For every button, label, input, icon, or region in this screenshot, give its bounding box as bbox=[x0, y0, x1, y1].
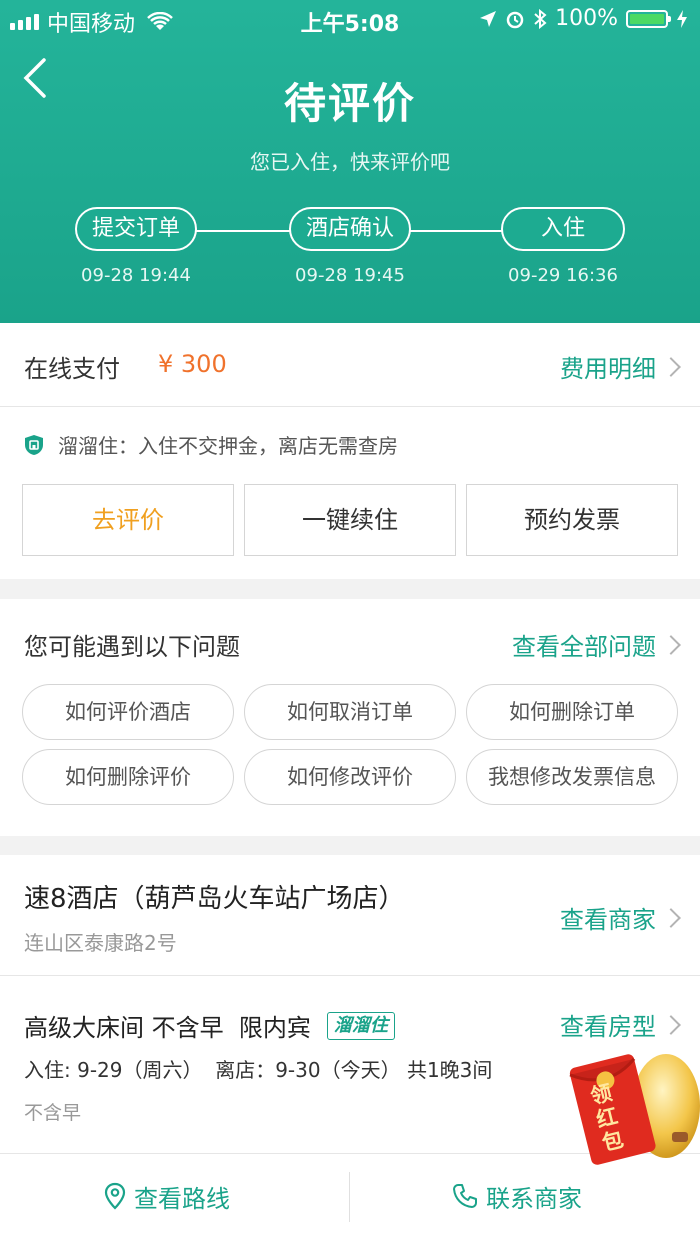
step-check-in: 入住 bbox=[501, 207, 625, 251]
step-time: 09-29 16:36 bbox=[508, 265, 618, 286]
charging-icon bbox=[677, 9, 687, 28]
step-time: 09-28 19:44 bbox=[81, 265, 191, 286]
all-questions-label: 查看全部问题 bbox=[512, 633, 656, 661]
progress-line bbox=[410, 230, 502, 232]
bluetooth-icon bbox=[534, 8, 547, 29]
order-header: 中国移动 上午5:08 100% 待评价 您已入住，快来评价吧 提交订单 酒店确… bbox=[0, 0, 700, 323]
room-name: 高级大床间 不含早 限内宾 bbox=[24, 1014, 311, 1042]
faq-chip[interactable]: 如何取消订单 bbox=[244, 684, 456, 740]
progress-line bbox=[196, 230, 290, 232]
battery-icon bbox=[626, 9, 671, 28]
view-merchant-label: 查看商家 bbox=[560, 906, 656, 934]
divider bbox=[0, 975, 700, 976]
liuliuzhu-badge: 溜溜住 bbox=[326, 1011, 395, 1040]
chevron-right-icon bbox=[661, 634, 681, 655]
view-room-type-label: 查看房型 bbox=[560, 1013, 656, 1041]
stay-dates: 入住: 9-29（周六） 离店：9-30（今天） 共1晚3间 bbox=[24, 1058, 493, 1082]
divider bbox=[349, 1172, 350, 1222]
faq-title: 您可能遇到以下问题 bbox=[24, 633, 240, 661]
page-title: 待评价 bbox=[283, 79, 416, 128]
view-merchant-link[interactable]: 查看商家 bbox=[560, 900, 681, 935]
payment-row: 在线支付 ¥ 300 费用明细 bbox=[0, 323, 700, 407]
phone-icon bbox=[453, 1184, 477, 1208]
room-title: 高级大床间 不含早 限内宾 溜溜住 bbox=[24, 1008, 395, 1043]
shield-icon bbox=[25, 434, 43, 455]
payment-label: 在线支付 bbox=[24, 355, 120, 383]
deposit-notice: 溜溜住：入住不交押金，离店无需查房 bbox=[24, 430, 398, 459]
red-packet-button[interactable]: 领红包 bbox=[566, 1046, 700, 1176]
payment-amount: ¥ 300 bbox=[158, 350, 227, 378]
step-submit-order: 提交订单 bbox=[75, 207, 197, 251]
hotel-name: 速8酒店（葫芦岛火车站广场店） bbox=[24, 884, 405, 914]
hotel-address: 连山区泰康路2号 bbox=[24, 931, 177, 955]
status-bar: 中国移动 上午5:08 100% bbox=[0, 0, 700, 38]
order-progress: 提交订单 酒店确认 入住 09-28 19:44 09-28 19:45 09-… bbox=[0, 207, 700, 287]
location-pin-icon bbox=[104, 1182, 126, 1210]
chevron-right-icon bbox=[661, 356, 681, 377]
chevron-right-icon bbox=[661, 1014, 681, 1035]
view-route-label: 查看路线 bbox=[134, 1184, 230, 1213]
faq-chip[interactable]: 我想修改发票信息 bbox=[466, 749, 678, 805]
battery-percent: 100% bbox=[555, 6, 618, 31]
faq-chip[interactable]: 如何删除订单 bbox=[466, 684, 678, 740]
status-right: 100% bbox=[479, 6, 688, 31]
fee-detail-label: 费用明细 bbox=[560, 355, 656, 383]
chevron-right-icon bbox=[661, 907, 681, 928]
contact-merchant-button[interactable]: 联系商家 bbox=[452, 1154, 582, 1238]
review-button[interactable]: 去评价 bbox=[22, 484, 234, 556]
invoice-button[interactable]: 预约发票 bbox=[466, 484, 678, 556]
alarm-icon bbox=[506, 11, 524, 28]
notice-text: 溜溜住：入住不交押金，离店无需查房 bbox=[58, 434, 398, 458]
view-room-type-link[interactable]: 查看房型 bbox=[560, 1007, 681, 1042]
faq-chip[interactable]: 如何修改评价 bbox=[244, 749, 456, 805]
red-envelope-icon bbox=[569, 1054, 700, 1165]
faq-chip[interactable]: 如何评价酒店 bbox=[22, 684, 234, 740]
step-time: 09-28 19:45 bbox=[295, 265, 405, 286]
step-hotel-confirm: 酒店确认 bbox=[289, 207, 411, 251]
fee-detail-link[interactable]: 费用明细 bbox=[560, 349, 681, 384]
view-route-button[interactable]: 查看路线 bbox=[104, 1154, 230, 1238]
all-questions-link[interactable]: 查看全部问题 bbox=[512, 627, 681, 662]
extend-stay-button[interactable]: 一键续住 bbox=[244, 484, 456, 556]
page-subtitle: 您已入住，快来评价吧 bbox=[250, 150, 450, 174]
breakfast-info: 不含早 bbox=[24, 1102, 82, 1124]
location-arrow-icon bbox=[480, 10, 497, 27]
contact-merchant-label: 联系商家 bbox=[486, 1184, 582, 1213]
faq-chip[interactable]: 如何删除评价 bbox=[22, 749, 234, 805]
